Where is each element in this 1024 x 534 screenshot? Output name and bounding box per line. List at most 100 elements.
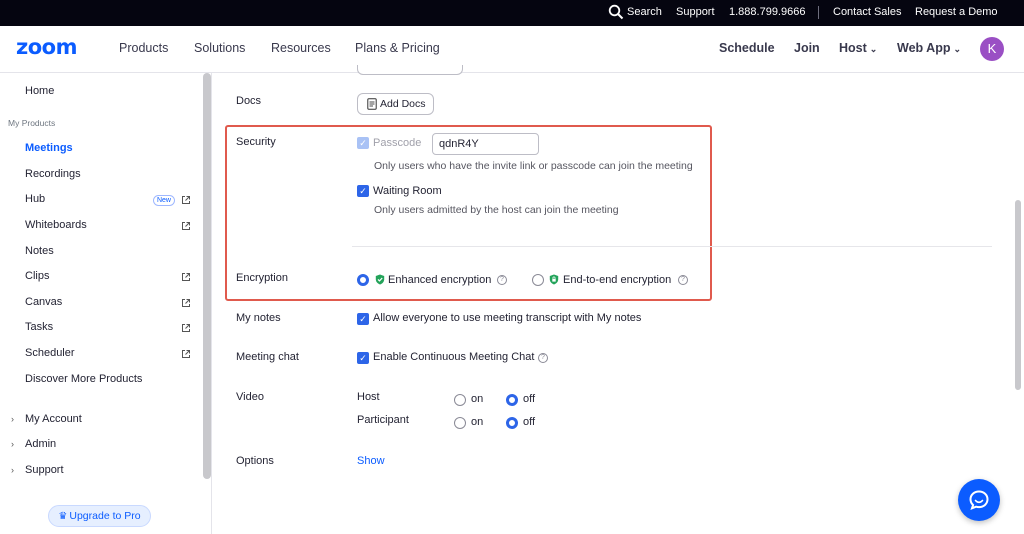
- docs-label: Docs: [236, 95, 262, 107]
- cut-off-button[interactable]: [357, 65, 463, 75]
- chevron-right-icon: ›: [11, 439, 14, 449]
- sidebar-item-hub[interactable]: Hub: [25, 193, 45, 205]
- video-host-off-label: off: [523, 393, 536, 405]
- sidebar-item-whiteboards[interactable]: Whiteboards: [25, 219, 87, 231]
- external-link-icon: [182, 196, 190, 204]
- external-link-icon: [182, 299, 190, 307]
- external-link-icon: [182, 273, 190, 281]
- topbar-divider: [818, 6, 819, 19]
- nav-solutions[interactable]: Solutions: [194, 41, 245, 55]
- video-participant-label: Participant: [357, 414, 409, 426]
- meeting-chat-label: Meeting chat: [236, 351, 299, 363]
- nav-web-app[interactable]: Web App ⌄: [897, 41, 961, 55]
- nav-products[interactable]: Products: [119, 41, 168, 55]
- my-notes-option-label: Allow everyone to use meeting transcript…: [373, 312, 642, 324]
- sidebar-scrollbar[interactable]: [203, 73, 211, 479]
- external-link-icon: [182, 350, 190, 358]
- waiting-room-hint: Only users admitted by the host can join…: [374, 204, 619, 216]
- info-icon[interactable]: ?: [538, 353, 548, 363]
- sidebar-item-support[interactable]: Support: [25, 464, 64, 476]
- document-icon: [367, 98, 377, 110]
- meeting-chat-checkbox[interactable]: ✓: [357, 352, 369, 364]
- sidebar-item-discover-more[interactable]: Discover More Products: [25, 373, 142, 385]
- crown-icon: ♛: [58, 511, 68, 522]
- video-host-off-radio[interactable]: [506, 394, 518, 406]
- nav-host[interactable]: Host ⌄: [839, 41, 877, 55]
- contact-sales-link[interactable]: Contact Sales: [833, 6, 901, 18]
- options-show-link[interactable]: Show: [357, 455, 385, 467]
- main-nav: zoom Products Solutions Resources Plans …: [0, 26, 1024, 73]
- chat-help-button[interactable]: [958, 479, 1000, 521]
- chevron-right-icon: ›: [11, 414, 14, 424]
- zoom-logo[interactable]: zoom: [16, 35, 77, 59]
- sidebar-item-my-account[interactable]: My Account: [25, 413, 82, 425]
- external-link-icon: [182, 324, 190, 332]
- encryption-label: Encryption: [236, 272, 288, 284]
- nav-resources[interactable]: Resources: [271, 41, 331, 55]
- e2e-encryption-label: End-to-end encryption: [563, 274, 672, 286]
- waiting-room-checkbox[interactable]: ✓: [357, 185, 369, 197]
- passcode-hint: Only users who have the invite link or p…: [374, 160, 693, 172]
- passcode-label: Passcode: [373, 137, 422, 149]
- sidebar-item-tasks[interactable]: Tasks: [25, 321, 53, 333]
- sidebar-item-clips[interactable]: Clips: [25, 270, 49, 282]
- support-link[interactable]: Support: [676, 6, 715, 18]
- sidebar-item-scheduler[interactable]: Scheduler: [25, 347, 75, 359]
- options-label: Options: [236, 455, 274, 467]
- sidebar-item-meetings[interactable]: Meetings: [25, 142, 73, 154]
- waiting-room-label: Waiting Room: [373, 185, 442, 197]
- shield-check-icon: [375, 274, 385, 285]
- info-icon[interactable]: ?: [497, 275, 507, 285]
- nav-host-label: Host: [839, 41, 867, 55]
- nav-schedule[interactable]: Schedule: [719, 41, 775, 55]
- add-docs-button[interactable]: Add Docs: [357, 93, 434, 115]
- video-participant-off-label: off: [523, 416, 536, 428]
- chat-bubble-icon: [969, 490, 989, 511]
- sidebar-item-home[interactable]: Home: [25, 85, 54, 97]
- sidebar-section-my-products: My Products: [8, 118, 56, 128]
- video-label: Video: [236, 391, 264, 403]
- info-icon[interactable]: ?: [678, 275, 688, 285]
- passcode-input[interactable]: qdnR4Y: [432, 133, 539, 155]
- avatar[interactable]: K: [980, 37, 1004, 61]
- phone-link[interactable]: 1.888.799.9666: [729, 6, 805, 18]
- request-demo-link[interactable]: Request a Demo: [915, 6, 998, 18]
- security-label: Security: [236, 136, 276, 148]
- sidebar-item-admin[interactable]: Admin: [25, 438, 56, 450]
- section-divider: [352, 246, 992, 247]
- enhanced-encryption-label: Enhanced encryption: [388, 274, 492, 286]
- enhanced-encryption-radio[interactable]: [357, 274, 369, 286]
- passcode-checkbox[interactable]: ✓: [357, 137, 369, 149]
- external-link-icon: [182, 222, 190, 230]
- meeting-chat-option-label: Enable Continuous Meeting Chat: [373, 351, 535, 363]
- nav-web-app-label: Web App: [897, 41, 951, 55]
- video-host-label: Host: [357, 391, 380, 403]
- search-link[interactable]: Search: [627, 6, 662, 18]
- video-participant-off-radio[interactable]: [506, 417, 518, 429]
- shield-lock-icon: [549, 274, 559, 285]
- e2e-encryption-radio[interactable]: [532, 274, 544, 286]
- new-badge: New: [153, 195, 175, 206]
- video-host-on-radio[interactable]: [454, 394, 466, 406]
- sidebar-item-canvas[interactable]: Canvas: [25, 296, 62, 308]
- sidebar-item-notes[interactable]: Notes: [25, 245, 54, 257]
- video-participant-on-radio[interactable]: [454, 417, 466, 429]
- video-participant-on-label: on: [471, 416, 484, 428]
- meeting-settings-content: Docs Add Docs Security ✓ Passcode qdnR4Y…: [213, 65, 1014, 534]
- chevron-down-icon: ⌄: [953, 44, 962, 54]
- chevron-right-icon: ›: [11, 465, 14, 475]
- add-docs-label: Add Docs: [380, 98, 426, 110]
- nav-join[interactable]: Join: [794, 41, 820, 55]
- search-icon[interactable]: [608, 4, 624, 20]
- upgrade-label: Upgrade to Pro: [69, 510, 141, 522]
- video-host-on-label: on: [471, 393, 484, 405]
- my-notes-label: My notes: [236, 312, 281, 324]
- upgrade-button[interactable]: ♛ Upgrade to Pro: [48, 505, 151, 527]
- chevron-down-icon: ⌄: [869, 44, 878, 54]
- sidebar-item-recordings[interactable]: Recordings: [25, 168, 81, 180]
- top-utility-bar: Search Support 1.888.799.9666 Contact Sa…: [0, 0, 1024, 26]
- my-notes-checkbox[interactable]: ✓: [357, 313, 369, 325]
- sidebar: Home My Products Meetings Recordings Hub…: [0, 73, 212, 534]
- main-scrollbar[interactable]: [1015, 200, 1021, 390]
- nav-plans-pricing[interactable]: Plans & Pricing: [355, 41, 440, 55]
